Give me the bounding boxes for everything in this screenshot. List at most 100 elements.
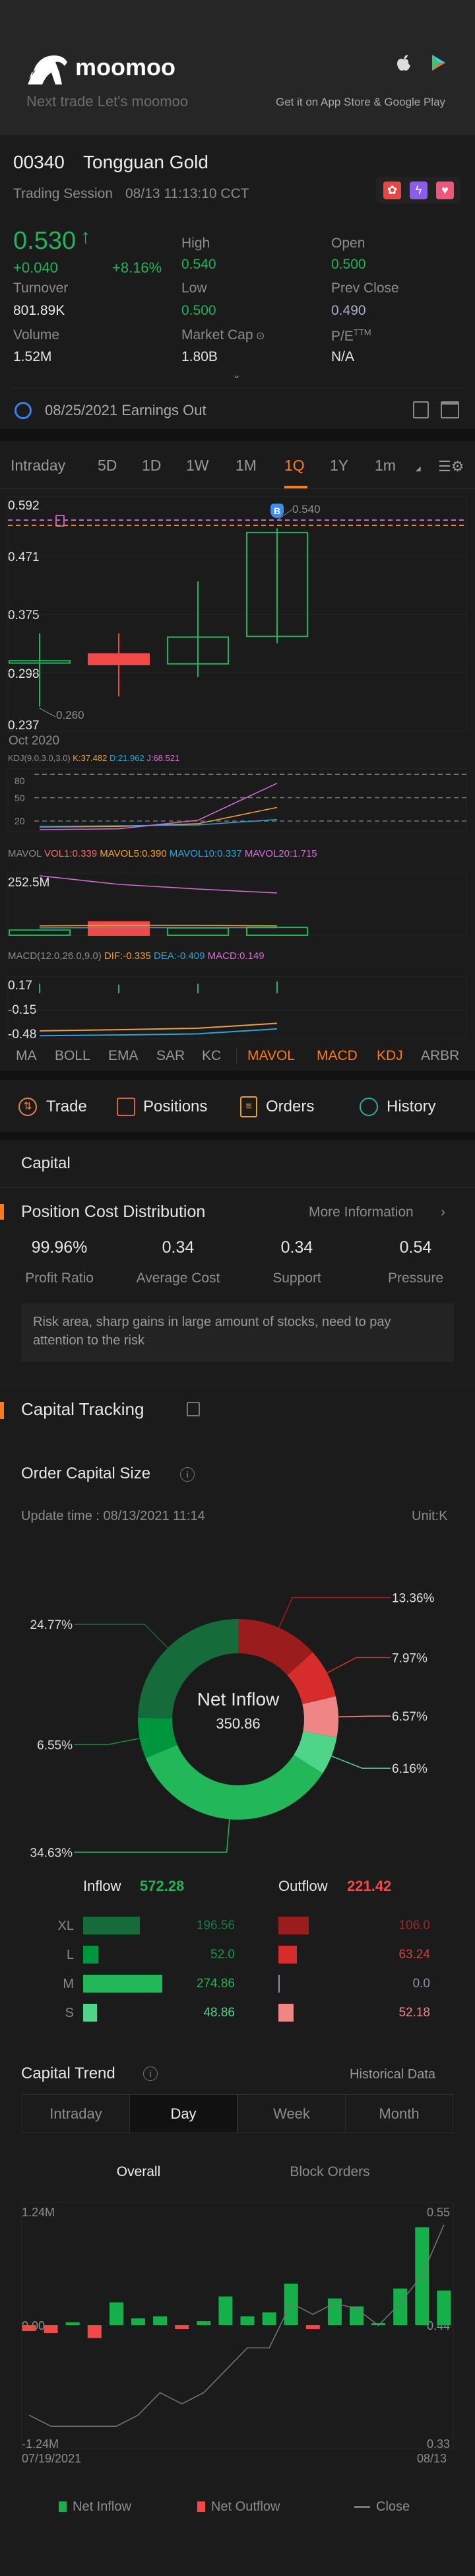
net-inflow-bar xyxy=(262,2312,276,2325)
more-icon[interactable]: ⊙ xyxy=(253,331,265,342)
outflow-bar xyxy=(278,1946,297,1964)
view-block-orders[interactable]: Block Orders xyxy=(277,2165,383,2179)
kdj-tick: 50 xyxy=(15,793,25,803)
lightning-icon[interactable]: ϟ xyxy=(410,182,428,199)
period-month[interactable]: Month xyxy=(345,2094,453,2133)
apple-icon[interactable] xyxy=(396,54,411,71)
net-inflow-bar xyxy=(415,2227,429,2325)
period-day[interactable]: Day xyxy=(129,2094,238,2133)
net-inflow-bar xyxy=(153,2316,168,2325)
orders-button[interactable]: Orders xyxy=(266,1099,314,1115)
alert-marker-icon[interactable] xyxy=(55,515,65,527)
dropdown-triangle-icon[interactable]: ◢ xyxy=(416,466,421,473)
pe-label: P/ETTM xyxy=(331,328,371,343)
pe-sup: TTM xyxy=(353,327,371,337)
net-inflow-bar xyxy=(327,2298,342,2325)
tab-intraday[interactable]: Intraday xyxy=(11,458,65,473)
mavol5: MAVOL5:0.390 xyxy=(100,848,167,859)
tab-1min[interactable]: 1m xyxy=(375,458,396,473)
heart-icon[interactable]: ♥ xyxy=(436,182,454,199)
expand-chevron-icon[interactable]: ⌄ xyxy=(232,370,241,381)
open-value: 0.500 xyxy=(331,257,366,272)
risk-note: Risk area, sharp gains in large amount o… xyxy=(21,1304,454,1362)
donut-leader-line xyxy=(74,1738,140,1746)
kdj-title: KDJ(9.0,3.0,3.0) xyxy=(8,753,71,763)
trend-frame xyxy=(21,2202,454,2449)
section-accent-bar xyxy=(0,1402,4,1419)
chart-settings-icon[interactable]: ☰⚙ xyxy=(438,459,464,474)
net-inflow-bar xyxy=(350,2306,364,2325)
hk-flag-icon[interactable]: ✿ xyxy=(383,182,401,199)
tab-1m[interactable]: 1M xyxy=(236,458,257,473)
kdj-d: D:21.962 xyxy=(109,753,144,763)
kline-frame xyxy=(7,496,467,732)
indicator-kc[interactable]: KC xyxy=(202,1049,221,1063)
capital-title: Capital xyxy=(21,1154,71,1172)
net-inflow-bar xyxy=(197,2321,211,2325)
size-label: XL xyxy=(57,1919,74,1933)
low-value: 0.500 xyxy=(181,303,216,318)
legend-close: Close xyxy=(376,2499,410,2514)
calendar-add-icon[interactable] xyxy=(441,401,459,418)
store-text: Get it on App Store & Google Play xyxy=(276,96,446,108)
share-icon[interactable] xyxy=(187,1402,200,1416)
net-inflow-bar xyxy=(371,2323,386,2325)
info-icon[interactable]: i xyxy=(180,1467,195,1482)
support-label: Support xyxy=(272,1271,321,1286)
view-overall[interactable]: Overall xyxy=(106,2165,172,2179)
section-accent-bar xyxy=(0,1204,4,1220)
tab-5d[interactable]: 5D xyxy=(98,458,117,473)
trade-button[interactable]: Trade xyxy=(46,1099,87,1115)
capital-tracking-title: Capital Tracking xyxy=(21,1399,144,1419)
indicator-macd[interactable]: MACD xyxy=(317,1049,358,1063)
pressure-label: Pressure xyxy=(387,1271,444,1286)
share-icon[interactable] xyxy=(413,401,429,418)
inflow-value: 48.86 xyxy=(203,2006,235,2020)
legend-close-swatch xyxy=(354,2506,370,2508)
google-play-icon[interactable] xyxy=(431,54,446,71)
donut-center-title: Net Inflow xyxy=(197,1689,280,1709)
tab-1d[interactable]: 1D xyxy=(142,458,161,473)
indicator-boll[interactable]: BOLL xyxy=(55,1049,90,1063)
divider xyxy=(0,1187,475,1188)
tab-1q[interactable]: 1Q xyxy=(284,458,305,473)
info-icon[interactable]: i xyxy=(143,2066,158,2081)
y-right-tick: 0.33 xyxy=(427,2437,451,2451)
more-information-link[interactable]: More Information xyxy=(309,1205,414,1219)
volume-label: Volume xyxy=(13,327,60,343)
macd-frame xyxy=(7,976,467,1040)
mavol-max: 252.5M xyxy=(8,876,50,890)
period-week[interactable]: Week xyxy=(238,2094,346,2133)
period-intraday[interactable]: Intraday xyxy=(22,2094,130,2133)
indicator-kdj[interactable]: KDJ xyxy=(377,1049,403,1063)
history-button[interactable]: History xyxy=(387,1099,436,1115)
market-cap-label[interactable]: Market Cap ⊙ xyxy=(181,328,265,342)
net-outflow-bar xyxy=(175,2325,189,2329)
high-label: High xyxy=(181,236,210,251)
legend-net-inflow-swatch xyxy=(59,2501,67,2512)
buy-marker-icon[interactable]: B xyxy=(270,504,284,518)
earnings-date[interactable]: 08/25/2021 Earnings Out xyxy=(45,403,206,418)
tab-1w[interactable]: 1W xyxy=(186,458,209,473)
indicator-mavol[interactable]: MAVOL xyxy=(247,1049,295,1063)
chevron-right-icon[interactable]: › xyxy=(441,1205,445,1219)
indicator-arbr[interactable]: ARBR xyxy=(421,1049,459,1063)
legend-net-outflow: Net Outflow xyxy=(211,2499,280,2514)
macd-dif: DIF:-0.335 xyxy=(104,950,151,962)
tab-1y[interactable]: 1Y xyxy=(330,458,348,473)
indicator-ema[interactable]: EMA xyxy=(108,1049,139,1063)
inflow-value: 274.86 xyxy=(196,1977,235,1991)
candle-body xyxy=(9,660,71,664)
capital-trend-title: Capital Trend xyxy=(21,2064,115,2082)
net-inflow-bar xyxy=(109,2302,123,2325)
historical-data-link[interactable]: Historical Data xyxy=(350,2068,435,2081)
macd-line-DEA xyxy=(39,1028,278,1037)
low-annotation: 0.260 xyxy=(56,709,84,721)
app-download-banner[interactable]: moomoo Next trade Let's moomoo Get it on… xyxy=(0,0,475,135)
indicator-ma[interactable]: MA xyxy=(16,1049,37,1063)
turnover-label: Turnover xyxy=(13,281,69,296)
positions-button[interactable]: Positions xyxy=(143,1099,207,1115)
support-value: 0.34 xyxy=(280,1238,313,1257)
indicator-sar[interactable]: SAR xyxy=(156,1049,185,1063)
y-tick: 0.592 xyxy=(8,499,40,513)
